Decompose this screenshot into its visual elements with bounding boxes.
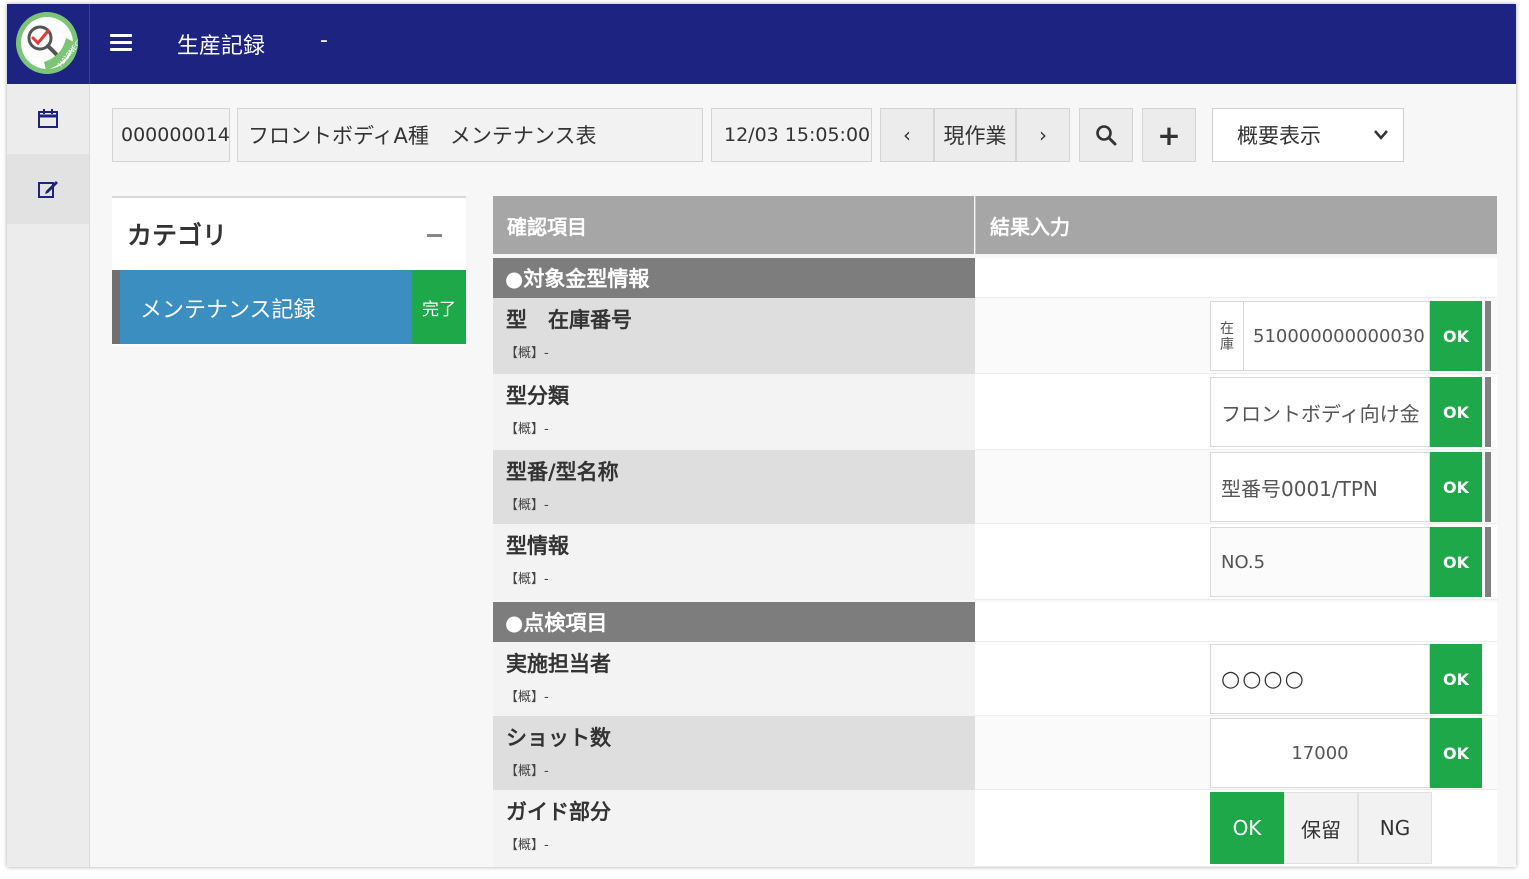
mold-number-field[interactable]: 型番号0001/TPN (1210, 452, 1430, 522)
ok-button[interactable]: OK (1430, 452, 1482, 522)
category-item-label: メンテナンス記録 (140, 298, 316, 323)
choice-ok-button[interactable]: OK (1210, 792, 1284, 864)
table-row: 型情報 【概】- (493, 524, 975, 600)
row-note: 【概】- (505, 346, 549, 361)
column-header-item: 確認項目 (493, 196, 974, 254)
check-table: 確認項目 結果入力 ●対象金型情報 型 在庫番号 【概】- 在庫 5100000… (493, 196, 1497, 867)
stock-tag: 在庫 (1211, 302, 1244, 370)
top-bar: HAVINECT 生産記録 - (7, 4, 1516, 84)
record-datetime: 12/03 15:05:00 (711, 108, 872, 162)
search-button[interactable] (1079, 108, 1133, 162)
row-label: 型番/型名称 (506, 460, 619, 484)
menu-icon[interactable] (110, 34, 132, 54)
record-name: フロントボディA種 メンテナンス表 (237, 108, 703, 162)
app-logo[interactable]: HAVINECT (16, 12, 78, 74)
row-label: 型分類 (506, 384, 569, 408)
row-edge-marker (1485, 527, 1491, 597)
row-edge-marker (1485, 377, 1491, 447)
mold-type-field[interactable]: フロントボディ向け金 (1210, 377, 1430, 447)
view-mode-value: 概要表示 (1237, 124, 1321, 148)
ok-button[interactable]: OK (1430, 644, 1482, 714)
row-label: ショット数 (506, 726, 611, 750)
row-input-cell: OK 保留 NG (975, 790, 1497, 867)
page-title: 生産記録 (177, 34, 266, 59)
calendar-icon (38, 109, 58, 128)
choice-ng-button[interactable]: NG (1358, 792, 1432, 864)
row-input-cell: NO.5 OK (975, 524, 1497, 600)
row-note: 【概】- (505, 422, 549, 437)
collapse-icon[interactable] (427, 234, 442, 237)
logo-area: HAVINECT (7, 4, 90, 84)
section-header: ●対象金型情報 (493, 258, 975, 298)
row-edge-marker (1485, 301, 1491, 371)
row-input-cell: ○○○○ OK (975, 642, 1497, 716)
row-label: ガイド部分 (506, 800, 611, 824)
row-input-cell: フロントボディ向け金 OK (975, 374, 1497, 450)
row-note: 【概】- (505, 572, 549, 587)
next-button[interactable]: › (1016, 108, 1070, 162)
row-input-cell: 型番号0001/TPN OK (975, 450, 1497, 524)
table-row: 型 在庫番号 【概】- (493, 298, 975, 374)
search-icon (1096, 125, 1117, 146)
row-edge-marker (1485, 452, 1491, 522)
category-panel: カテゴリ メンテナンス記録 完了 (112, 196, 466, 346)
ok-button[interactable]: OK (1430, 377, 1482, 447)
stock-number-value: 510000000000030 (1253, 325, 1425, 347)
section-header: ●点検項目 (493, 602, 975, 642)
row-note: 【概】- (505, 690, 549, 705)
row-label: 実施担当者 (506, 652, 611, 676)
add-button[interactable]: + (1142, 108, 1196, 162)
chevron-down-icon (1374, 130, 1388, 140)
mold-info-field[interactable]: NO.5 (1210, 527, 1430, 597)
page-subtitle: - (320, 28, 328, 53)
app-window: HAVINECT 生産記録 - 000000014 フロントボディA種 メンテナ… (7, 4, 1516, 867)
ok-button[interactable]: OK (1430, 718, 1482, 788)
ok-button[interactable]: OK (1430, 301, 1482, 371)
edit-icon (38, 181, 58, 198)
section-spacer (975, 258, 1497, 298)
row-note: 【概】- (505, 838, 549, 853)
prev-button[interactable]: ‹ (880, 108, 934, 162)
row-note: 【概】- (505, 764, 549, 779)
operator-field[interactable]: ○○○○ (1210, 644, 1430, 714)
category-title: カテゴリ (127, 221, 228, 250)
choice-hold-button[interactable]: 保留 (1284, 792, 1358, 864)
table-row: ガイド部分 【概】- (493, 790, 975, 867)
shot-count-field[interactable]: 17000 (1210, 718, 1430, 788)
column-header-result: 結果入力 (975, 196, 1497, 254)
table-row: 型分類 【概】- (493, 374, 975, 450)
edit-nav-button[interactable] (7, 154, 89, 224)
sidebar (7, 84, 90, 867)
table-row: ショット数 【概】- (493, 716, 975, 790)
row-input-cell: 在庫 510000000000030 OK (975, 298, 1497, 374)
row-label: 型情報 (506, 534, 569, 558)
view-mode-select[interactable]: 概要表示 (1212, 108, 1404, 162)
ok-button[interactable]: OK (1430, 527, 1482, 597)
row-label: 型 在庫番号 (506, 308, 632, 332)
calendar-nav-button[interactable] (7, 84, 89, 154)
row-input-cell: 17000 OK (975, 716, 1497, 790)
category-item[interactable]: メンテナンス記録 完了 (112, 270, 466, 344)
table-row: 実施担当者 【概】- (493, 642, 975, 716)
row-note: 【概】- (505, 498, 549, 513)
status-badge: 完了 (412, 270, 466, 344)
current-work-button[interactable]: 現作業 (934, 108, 1016, 162)
table-row: 型番/型名称 【概】- (493, 450, 975, 524)
stock-number-field[interactable]: 在庫 510000000000030 (1210, 301, 1430, 371)
section-spacer (975, 602, 1497, 642)
record-number: 000000014 (112, 108, 230, 162)
